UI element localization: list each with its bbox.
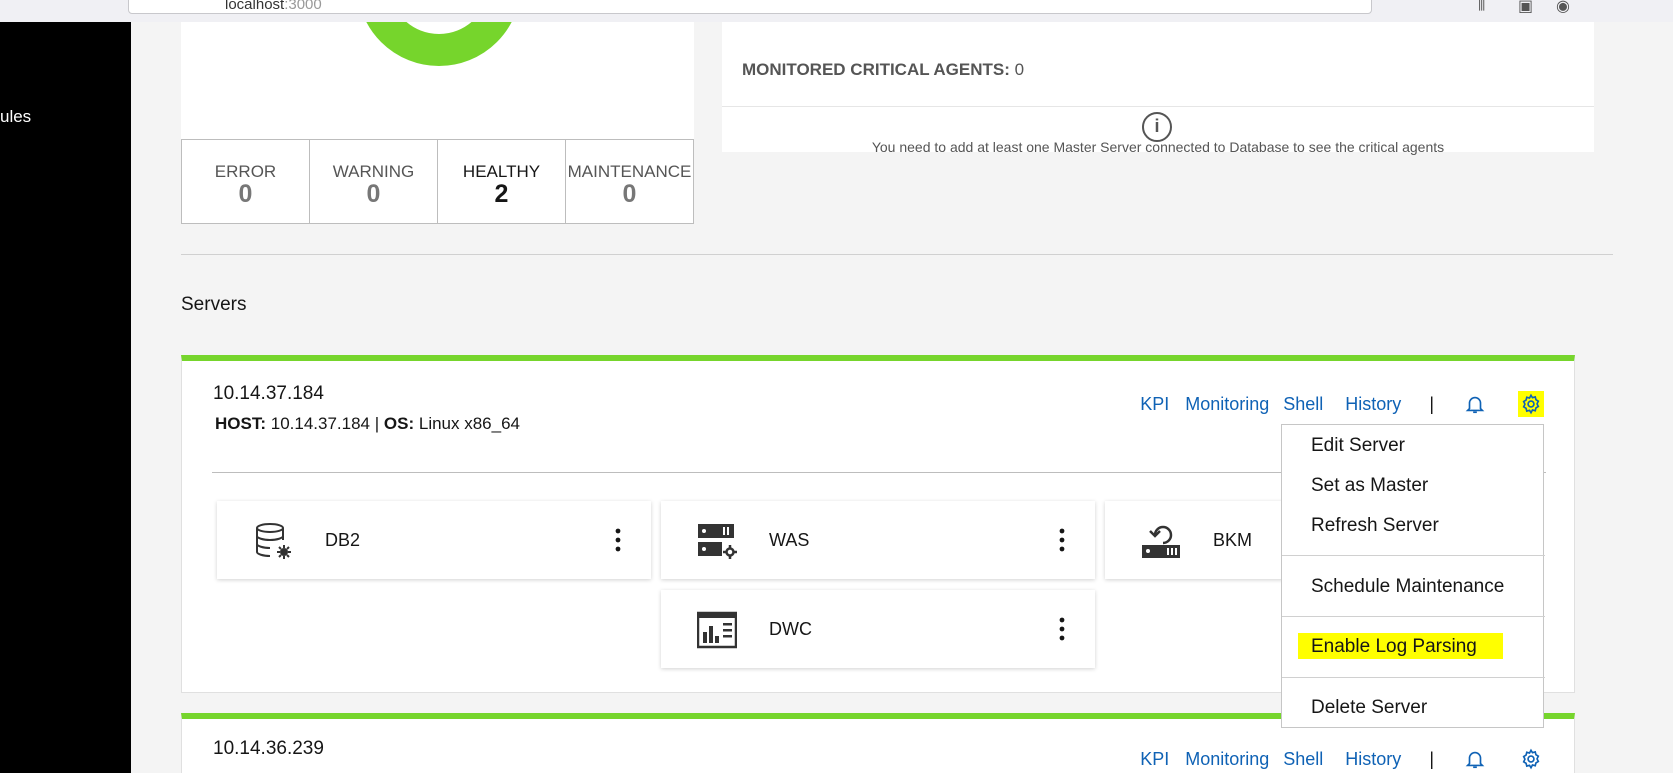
actions-separator: | xyxy=(1429,748,1434,769)
history-link[interactable]: History xyxy=(1345,394,1401,415)
bell-icon[interactable] xyxy=(1462,746,1488,772)
app-label: WAS xyxy=(769,530,810,550)
stat-label: WARNING xyxy=(332,162,415,181)
health-stats: ERROR 0 WARNING 0 HEALTHY 2 MAINTENANCE … xyxy=(181,139,694,224)
sidebar-toggle-icon[interactable]: ▣ xyxy=(1518,0,1533,16)
kebab-menu-icon[interactable] xyxy=(1059,527,1065,553)
menu-item-enable-log-parsing[interactable]: Enable Log Parsing xyxy=(1311,636,1477,658)
server-settings-menu: Edit Server Set as Master Refresh Server… xyxy=(1281,424,1545,728)
menu-item-delete-server[interactable]: Delete Server xyxy=(1311,697,1427,719)
history-link[interactable]: History xyxy=(1345,749,1401,770)
stat-value: 0 xyxy=(238,180,253,208)
stat-value: 2 xyxy=(494,180,509,208)
app-label: DWC xyxy=(769,619,812,639)
shell-link[interactable]: Shell xyxy=(1283,394,1323,415)
address-bar[interactable]: localhost:3000 xyxy=(128,0,1372,14)
server-actions: KPI Monitoring Shell History | xyxy=(1140,746,1544,772)
server-actions: KPI Monitoring Shell History | xyxy=(1140,391,1544,417)
health-donut xyxy=(357,22,521,66)
app-tile-dwc[interactable]: DWC xyxy=(661,590,1095,668)
health-donut-panel xyxy=(181,22,694,140)
account-icon[interactable]: ◉ xyxy=(1556,0,1570,16)
critical-agents-count: 0 xyxy=(1014,60,1025,79)
gear-icon[interactable] xyxy=(1518,391,1544,417)
app-tile-bkm[interactable]: BKM xyxy=(1105,501,1285,579)
app-tile-was[interactable]: WAS xyxy=(661,501,1095,579)
monitoring-link[interactable]: Monitoring xyxy=(1185,749,1269,770)
bell-icon[interactable] xyxy=(1462,391,1488,417)
menu-item-schedule-maintenance[interactable]: Schedule Maintenance xyxy=(1311,576,1504,598)
stat-maintenance: MAINTENANCE 0 xyxy=(566,139,694,224)
address-bar-url: localhost:3000 xyxy=(225,0,322,13)
menu-divider xyxy=(1282,555,1545,556)
shell-link[interactable]: Shell xyxy=(1283,749,1323,770)
kpi-link[interactable]: KPI xyxy=(1140,749,1169,770)
menu-item-edit-server[interactable]: Edit Server xyxy=(1311,435,1405,457)
sidebar: ules xyxy=(0,22,131,773)
stat-warning: WARNING 0 xyxy=(310,139,438,224)
menu-item-set-as-master[interactable]: Set as Master xyxy=(1311,475,1428,497)
server-refresh-icon xyxy=(1141,521,1181,561)
critical-agents-message: You need to add at least one Master Serv… xyxy=(871,139,1445,155)
info-icon: i xyxy=(1142,112,1172,142)
kpi-link[interactable]: KPI xyxy=(1140,394,1169,415)
menu-item-refresh-server[interactable]: Refresh Server xyxy=(1311,515,1439,537)
stat-label: MAINTENANCE xyxy=(567,162,692,181)
server-gear-icon xyxy=(697,521,737,561)
critical-agents-title: MONITORED CRITICAL AGENTS: 0 xyxy=(742,60,1025,79)
divider xyxy=(722,106,1594,107)
app-label: BKM xyxy=(1213,530,1253,550)
server-ip: 10.14.37.184 xyxy=(213,383,324,404)
critical-agents-panel: MONITORED CRITICAL AGENTS: 0 i You need … xyxy=(722,22,1594,155)
monitoring-link[interactable]: Monitoring xyxy=(1185,394,1269,415)
dashboard-chart-icon xyxy=(696,610,738,650)
gear-icon[interactable] xyxy=(1518,746,1544,772)
actions-separator: | xyxy=(1429,393,1434,414)
stat-value: 0 xyxy=(366,180,381,208)
stat-label: HEALTHY xyxy=(462,162,541,181)
servers-section-title: Servers xyxy=(181,294,247,315)
app-tile-db2[interactable]: DB2 xyxy=(217,501,651,579)
stat-label: ERROR xyxy=(214,162,277,181)
menu-divider xyxy=(1282,616,1545,617)
sidebar-item-modules[interactable]: ules xyxy=(0,107,31,127)
kebab-menu-icon[interactable] xyxy=(1059,616,1065,642)
server-meta: HOST: 10.14.37.184 | OS: Linux x86_64 xyxy=(215,414,520,433)
stat-healthy: HEALTHY 2 xyxy=(438,139,566,224)
browser-toolbar: localhost:3000 ⫼ ▣ ◉ xyxy=(0,0,1673,22)
stat-error: ERROR 0 xyxy=(181,139,310,224)
app-label: DB2 xyxy=(325,530,361,550)
library-icon[interactable]: ⫼ xyxy=(1478,0,1485,14)
section-divider xyxy=(181,254,1613,255)
menu-divider xyxy=(1282,677,1545,678)
kebab-menu-icon[interactable] xyxy=(615,527,621,553)
server-ip: 10.14.36.239 xyxy=(213,738,324,759)
stat-value: 0 xyxy=(622,180,637,208)
database-gear-icon xyxy=(253,521,293,561)
